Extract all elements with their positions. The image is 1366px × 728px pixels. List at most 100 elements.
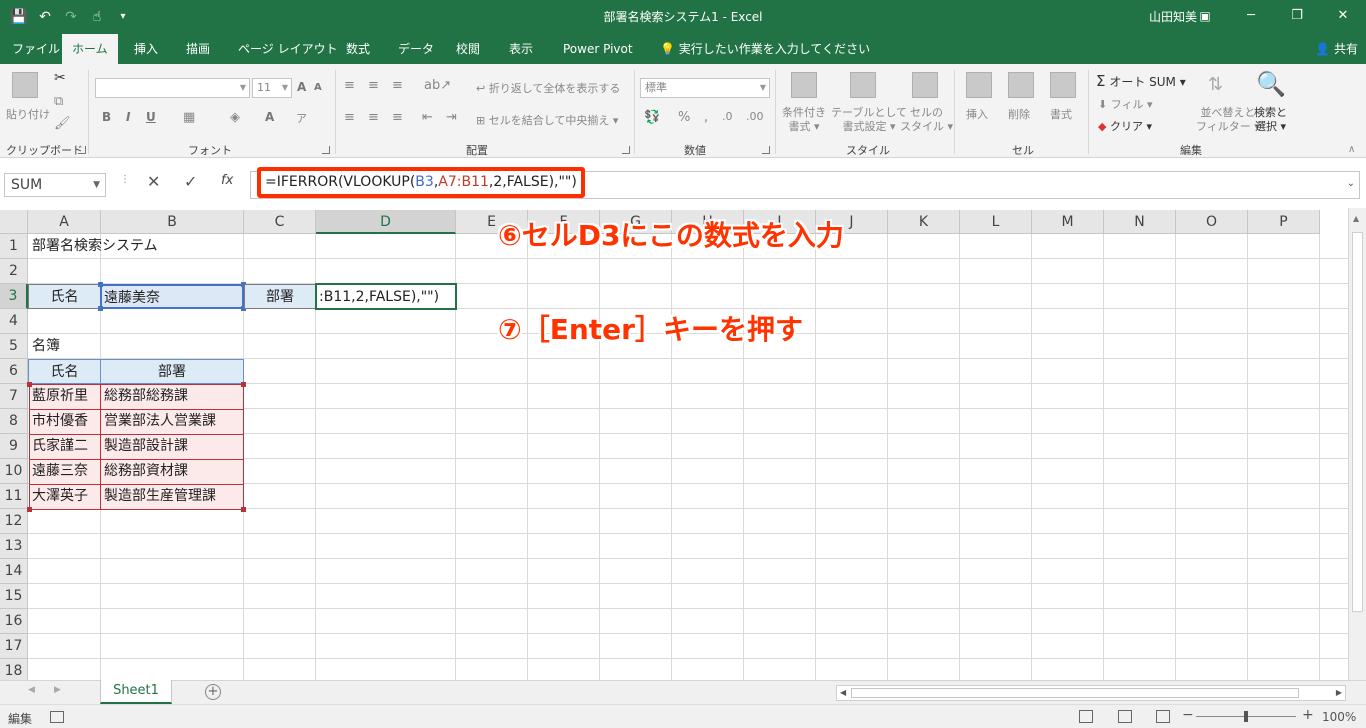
find-select-icon[interactable]: 🔍 xyxy=(1256,70,1286,98)
font-dialog-launcher[interactable] xyxy=(322,146,330,154)
collapse-ribbon-icon[interactable]: ∧ xyxy=(1348,144,1355,155)
clipboard-dialog-launcher[interactable] xyxy=(78,146,86,154)
restore-button[interactable]: ❐ xyxy=(1274,0,1320,34)
insert-function-button[interactable]: fx xyxy=(221,173,233,188)
autosum-button[interactable]: Σ オート SUM ▾ xyxy=(1096,72,1186,90)
row-header-5[interactable]: 5 xyxy=(0,334,28,359)
cell-d3-active[interactable]: :B11,2,FALSE),"") xyxy=(315,283,457,310)
cell-a5[interactable]: 名簿 xyxy=(32,334,60,359)
delete-cells-icon[interactable] xyxy=(1008,72,1034,98)
increase-decimal-icon[interactable]: .0 xyxy=(722,110,733,123)
row-header-3[interactable]: 3 xyxy=(0,284,28,309)
align-center-icon[interactable]: ≡ xyxy=(368,110,379,125)
cell-styles-icon[interactable] xyxy=(912,72,938,98)
tell-me-search[interactable]: 💡 実行したい作業を入力してください xyxy=(660,34,870,64)
row-header-9[interactable]: 9 xyxy=(0,434,28,459)
sort-filter-button[interactable]: 並べ替えと フィルター ▾ xyxy=(1196,106,1260,134)
table-row-dept[interactable]: 製造部生産管理課 xyxy=(104,484,216,509)
table-row-name[interactable]: 大澤英子 xyxy=(32,484,88,509)
column-header-k[interactable]: K xyxy=(888,210,960,234)
insert-cells-icon[interactable] xyxy=(966,72,992,98)
align-top-icon[interactable]: ≡ xyxy=(344,78,355,93)
select-all-button[interactable] xyxy=(0,210,28,234)
cell-styles-button[interactable]: セルの スタイル ▾ xyxy=(900,106,953,134)
drag-handle-icon[interactable]: ⋮ xyxy=(120,174,130,185)
decrease-decimal-icon[interactable]: .00 xyxy=(746,110,764,123)
fill-button[interactable]: ⬇ フィル ▾ xyxy=(1098,96,1153,112)
column-header-c[interactable]: C xyxy=(244,210,316,234)
table-row-name[interactable]: 市村優香 xyxy=(32,409,88,434)
conditional-formatting-icon[interactable] xyxy=(791,72,817,98)
align-left-icon[interactable]: ≡ xyxy=(344,110,355,125)
row-header-4[interactable]: 4 xyxy=(0,309,28,334)
range-handle[interactable] xyxy=(241,507,246,512)
conditional-formatting-button[interactable]: 条件付き 書式 ▾ xyxy=(782,106,826,134)
row-header-16[interactable]: 16 xyxy=(0,609,28,634)
row-header-1[interactable]: 1 xyxy=(0,234,28,259)
name-box[interactable]: SUM ▼ xyxy=(4,173,106,197)
insert-cells-button[interactable]: 挿入 xyxy=(966,106,988,122)
next-sheet-icon[interactable]: ▶ xyxy=(54,685,61,695)
currency-icon[interactable]: 💱 xyxy=(644,110,660,125)
tab-home[interactable]: ホーム xyxy=(62,34,118,64)
tab-page-layout[interactable]: ページ レイアウト xyxy=(238,34,338,64)
cell-b3[interactable]: 遠藤美奈 xyxy=(100,284,244,309)
row-header-7[interactable]: 7 xyxy=(0,384,28,409)
row-header-18[interactable]: 18 xyxy=(0,659,28,680)
share-button[interactable]: 👤 共有 xyxy=(1315,34,1358,64)
decrease-indent-icon[interactable]: ⇤ xyxy=(422,110,433,125)
table-row-dept[interactable]: 総務部総務課 xyxy=(104,384,188,409)
page-layout-view-icon[interactable] xyxy=(1118,710,1132,723)
orientation-icon[interactable]: ab↗ xyxy=(424,78,451,93)
range-handle[interactable] xyxy=(98,306,103,311)
range-handle[interactable] xyxy=(241,382,246,387)
row-header-8[interactable]: 8 xyxy=(0,409,28,434)
scroll-up-icon[interactable]: ▲ xyxy=(1353,214,1359,223)
zoom-in-icon[interactable]: + xyxy=(1302,707,1314,723)
column-header-a[interactable]: A xyxy=(28,210,101,234)
zoom-level[interactable]: 100% xyxy=(1322,710,1356,724)
table-header-name[interactable]: 氏名 xyxy=(28,359,101,384)
row-header-2[interactable]: 2 xyxy=(0,259,28,284)
cancel-icon[interactable]: ✕ xyxy=(147,172,160,191)
tab-power-pivot[interactable]: Power Pivot xyxy=(563,34,633,64)
phonetic-icon[interactable]: ア xyxy=(296,110,307,126)
cut-icon[interactable]: ✂ xyxy=(54,70,66,86)
decrease-font-icon[interactable]: A xyxy=(314,82,322,93)
find-select-button[interactable]: 検索と 選択 ▾ xyxy=(1254,106,1287,134)
column-header-d[interactable]: D xyxy=(316,210,456,234)
tab-data[interactable]: データ xyxy=(398,34,434,64)
delete-cells-button[interactable]: 削除 xyxy=(1008,106,1030,122)
horizontal-scrollbar[interactable]: ◀ ▶ xyxy=(836,685,1346,701)
percent-icon[interactable]: % xyxy=(678,110,690,125)
ribbon-display-options-icon[interactable]: ▣ xyxy=(1182,0,1228,34)
scroll-left-icon[interactable]: ◀ xyxy=(840,688,846,697)
cell-a1[interactable]: 部署名検索システム xyxy=(32,234,252,259)
underline-icon[interactable]: U xyxy=(146,110,156,124)
minimize-button[interactable]: ─ xyxy=(1228,0,1274,34)
column-header-l[interactable]: L xyxy=(960,210,1032,234)
format-as-table-button[interactable]: テーブルとして 書式設定 ▾ xyxy=(831,106,907,134)
table-row-name[interactable]: 遠藤三奈 xyxy=(32,459,88,484)
prev-sheet-icon[interactable]: ◀ xyxy=(28,685,35,695)
cell-a3[interactable]: 氏名 xyxy=(28,284,101,309)
number-dialog-launcher[interactable] xyxy=(762,146,770,154)
format-as-table-icon[interactable] xyxy=(850,72,876,98)
row-header-6[interactable]: 6 xyxy=(0,359,28,384)
close-button[interactable]: ✕ xyxy=(1320,0,1366,34)
row-header-11[interactable]: 11 xyxy=(0,484,28,509)
bold-icon[interactable]: B xyxy=(102,110,111,124)
table-row-name[interactable]: 氏家謹二 xyxy=(32,434,88,459)
row-header-17[interactable]: 17 xyxy=(0,634,28,659)
enter-check-icon[interactable]: ✓ xyxy=(184,172,197,191)
worksheet-grid[interactable]: A B C D E F G H I J K L M N O P 1 2 3 4 … xyxy=(0,208,1366,680)
row-header-15[interactable]: 15 xyxy=(0,584,28,609)
macro-record-icon[interactable] xyxy=(50,711,64,723)
sheet-tab-sheet1[interactable]: Sheet1 xyxy=(100,680,172,704)
column-header-p[interactable]: P xyxy=(1248,210,1320,234)
zoom-slider-knob[interactable] xyxy=(1244,711,1248,722)
increase-font-icon[interactable]: A xyxy=(297,80,306,94)
expand-formula-icon[interactable]: ⌄ xyxy=(1347,178,1355,189)
sort-filter-icon[interactable]: ⇅ xyxy=(1208,74,1223,95)
vertical-scrollbar[interactable]: ▲ xyxy=(1348,208,1366,680)
